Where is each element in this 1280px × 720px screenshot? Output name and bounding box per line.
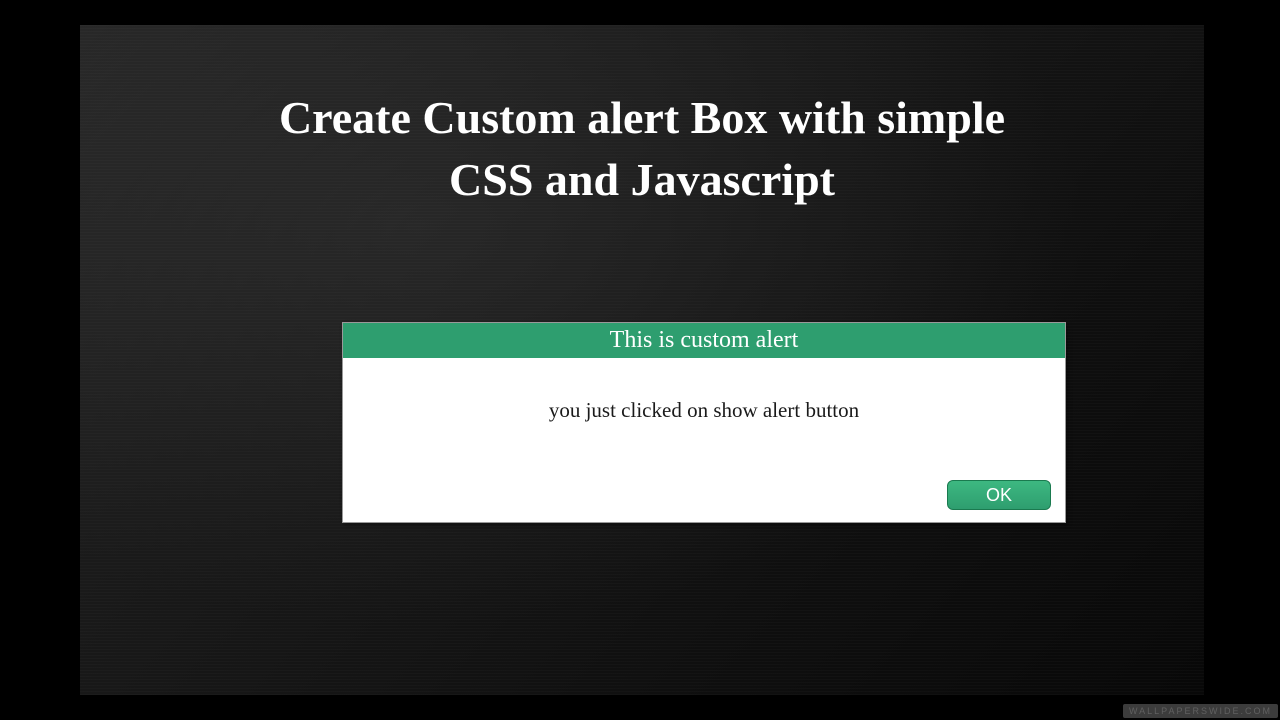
watermark-text: WALLPAPERSWIDE.COM [1123, 704, 1278, 718]
alert-title-bar: This is custom alert [343, 323, 1065, 358]
ok-button-label: OK [986, 485, 1012, 505]
background-panel: Create Custom alert Box with simple CSS … [80, 25, 1204, 695]
alert-message-area: you just clicked on show alert button [343, 358, 1065, 423]
page-title: Create Custom alert Box with simple CSS … [80, 87, 1204, 211]
heading-line-1: Create Custom alert Box with simple [279, 92, 1005, 143]
ok-button[interactable]: OK [947, 480, 1051, 510]
alert-message-text: you just clicked on show alert button [549, 398, 859, 422]
alert-title-text: This is custom alert [610, 327, 799, 353]
custom-alert-dialog: This is custom alert you just clicked on… [342, 322, 1066, 523]
heading-line-2: CSS and Javascript [449, 154, 835, 205]
